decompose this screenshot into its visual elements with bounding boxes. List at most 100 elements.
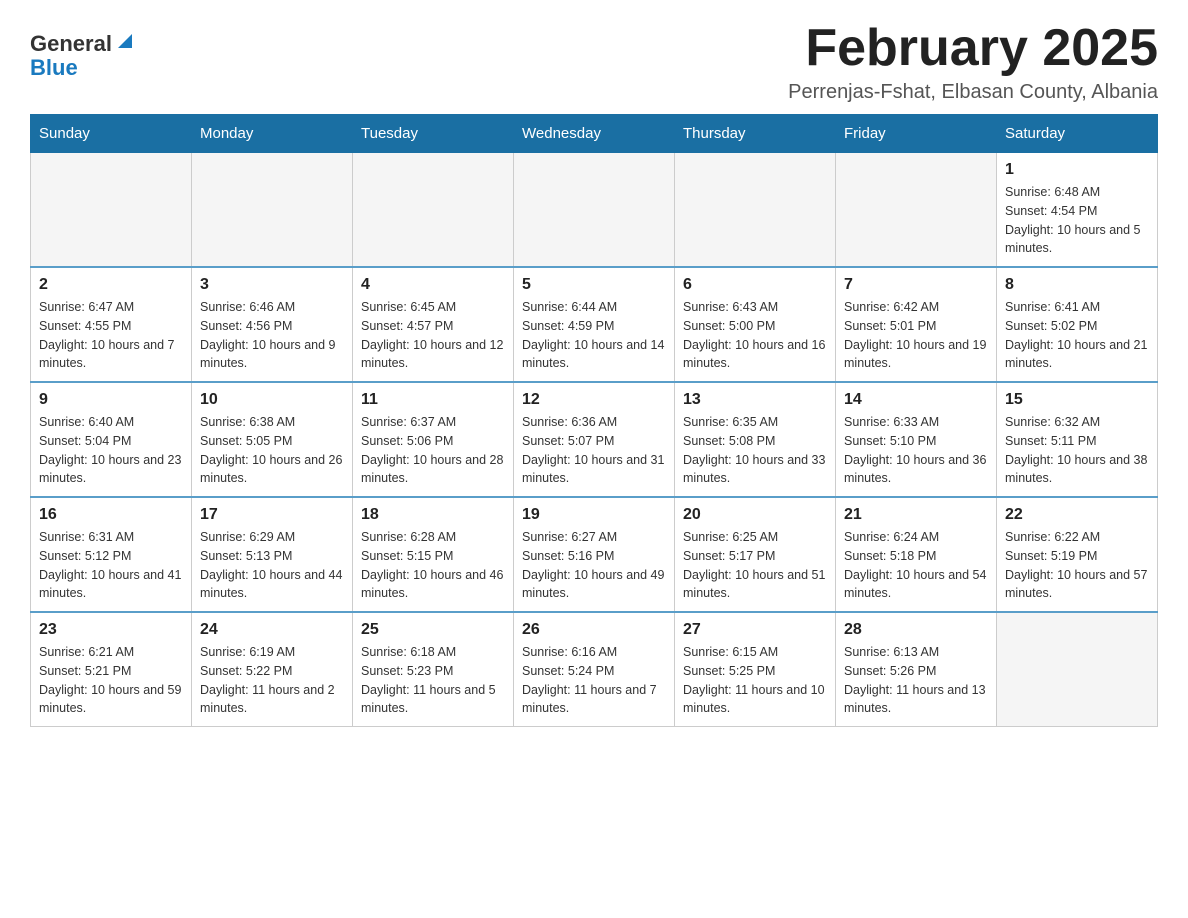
table-row [675,153,836,268]
day-info: Sunrise: 6:28 AMSunset: 5:15 PMDaylight:… [361,528,505,603]
day-info: Sunrise: 6:13 AMSunset: 5:26 PMDaylight:… [844,643,988,718]
day-info: Sunrise: 6:31 AMSunset: 5:12 PMDaylight:… [39,528,183,603]
day-info: Sunrise: 6:21 AMSunset: 5:21 PMDaylight:… [39,643,183,718]
table-row: 15 Sunrise: 6:32 AMSunset: 5:11 PMDayligh… [997,382,1158,497]
table-row: 10 Sunrise: 6:38 AMSunset: 5:05 PMDayligh… [192,382,353,497]
calendar-header-row: Sunday Monday Tuesday Wednesday Thursday… [31,115,1158,153]
calendar-week-row: 9 Sunrise: 6:40 AMSunset: 5:04 PMDaylight… [31,382,1158,497]
table-row: 19 Sunrise: 6:27 AMSunset: 5:16 PMDayligh… [514,497,675,612]
table-row [997,612,1158,727]
day-number: 22 [1005,506,1149,524]
day-number: 8 [1005,276,1149,294]
day-number: 7 [844,276,988,294]
table-row: 3 Sunrise: 6:46 AMSunset: 4:56 PMDaylight… [192,267,353,382]
table-row: 23 Sunrise: 6:21 AMSunset: 5:21 PMDayligh… [31,612,192,727]
day-info: Sunrise: 6:19 AMSunset: 5:22 PMDaylight:… [200,643,344,718]
col-thursday: Thursday [675,115,836,153]
day-number: 1 [1005,161,1149,179]
table-row: 9 Sunrise: 6:40 AMSunset: 5:04 PMDaylight… [31,382,192,497]
table-row: 7 Sunrise: 6:42 AMSunset: 5:01 PMDaylight… [836,267,997,382]
day-number: 23 [39,621,183,639]
table-row: 16 Sunrise: 6:31 AMSunset: 5:12 PMDayligh… [31,497,192,612]
day-number: 16 [39,506,183,524]
table-row: 27 Sunrise: 6:15 AMSunset: 5:25 PMDayligh… [675,612,836,727]
day-info: Sunrise: 6:25 AMSunset: 5:17 PMDaylight:… [683,528,827,603]
day-info: Sunrise: 6:42 AMSunset: 5:01 PMDaylight:… [844,298,988,373]
day-number: 5 [522,276,666,294]
day-number: 17 [200,506,344,524]
day-info: Sunrise: 6:40 AMSunset: 5:04 PMDaylight:… [39,413,183,488]
day-number: 27 [683,621,827,639]
day-info: Sunrise: 6:41 AMSunset: 5:02 PMDaylight:… [1005,298,1149,373]
day-number: 26 [522,621,666,639]
day-info: Sunrise: 6:47 AMSunset: 4:55 PMDaylight:… [39,298,183,373]
logo-blue-text: Blue [30,57,78,79]
day-info: Sunrise: 6:38 AMSunset: 5:05 PMDaylight:… [200,413,344,488]
day-number: 6 [683,276,827,294]
day-number: 25 [361,621,505,639]
logo: General Blue [30,30,136,79]
day-number: 4 [361,276,505,294]
day-number: 14 [844,391,988,409]
table-row: 20 Sunrise: 6:25 AMSunset: 5:17 PMDayligh… [675,497,836,612]
table-row [31,153,192,268]
table-row: 24Sunrise: 6:19 AMSunset: 5:22 PMDayligh… [192,612,353,727]
day-info: Sunrise: 6:15 AMSunset: 5:25 PMDaylight:… [683,643,827,718]
table-row: 12Sunrise: 6:36 AMSunset: 5:07 PMDayligh… [514,382,675,497]
day-info: Sunrise: 6:45 AMSunset: 4:57 PMDaylight:… [361,298,505,373]
table-row: 21 Sunrise: 6:24 AMSunset: 5:18 PMDayligh… [836,497,997,612]
table-row: 1Sunrise: 6:48 AMSunset: 4:54 PMDaylight… [997,153,1158,268]
col-tuesday: Tuesday [353,115,514,153]
day-info: Sunrise: 6:33 AMSunset: 5:10 PMDaylight:… [844,413,988,488]
table-row: 22 Sunrise: 6:22 AMSunset: 5:19 PMDayligh… [997,497,1158,612]
table-row [192,153,353,268]
table-row [353,153,514,268]
day-number: 20 [683,506,827,524]
calendar-week-row: 1Sunrise: 6:48 AMSunset: 4:54 PMDaylight… [31,153,1158,268]
day-number: 11 [361,391,505,409]
day-info: Sunrise: 6:18 AMSunset: 5:23 PMDaylight:… [361,643,505,718]
table-row: 13 Sunrise: 6:35 AMSunset: 5:08 PMDayligh… [675,382,836,497]
day-info: Sunrise: 6:43 AMSunset: 5:00 PMDaylight:… [683,298,827,373]
day-info: Sunrise: 6:37 AMSunset: 5:06 PMDaylight:… [361,413,505,488]
table-row: 6 Sunrise: 6:43 AMSunset: 5:00 PMDaylight… [675,267,836,382]
day-number: 3 [200,276,344,294]
day-number: 18 [361,506,505,524]
month-year-title: February 2025 [788,20,1158,77]
location-subtitle: Perrenjas-Fshat, Elbasan County, Albania [788,81,1158,104]
day-number: 19 [522,506,666,524]
day-number: 15 [1005,391,1149,409]
calendar-week-row: 2Sunrise: 6:47 AMSunset: 4:55 PMDaylight… [31,267,1158,382]
logo-triangle-icon [114,30,136,52]
table-row: 17Sunrise: 6:29 AMSunset: 5:13 PMDayligh… [192,497,353,612]
table-row [514,153,675,268]
day-number: 9 [39,391,183,409]
day-info: Sunrise: 6:22 AMSunset: 5:19 PMDaylight:… [1005,528,1149,603]
day-info: Sunrise: 6:35 AMSunset: 5:08 PMDaylight:… [683,413,827,488]
day-info: Sunrise: 6:46 AMSunset: 4:56 PMDaylight:… [200,298,344,373]
day-info: Sunrise: 6:44 AMSunset: 4:59 PMDaylight:… [522,298,666,373]
col-wednesday: Wednesday [514,115,675,153]
calendar-week-row: 23 Sunrise: 6:21 AMSunset: 5:21 PMDayligh… [31,612,1158,727]
table-row: 4 Sunrise: 6:45 AMSunset: 4:57 PMDaylight… [353,267,514,382]
table-row: 5 Sunrise: 6:44 AMSunset: 4:59 PMDaylight… [514,267,675,382]
table-row: 26Sunrise: 6:16 AMSunset: 5:24 PMDayligh… [514,612,675,727]
day-info: Sunrise: 6:36 AMSunset: 5:07 PMDaylight:… [522,413,666,488]
calendar-table: Sunday Monday Tuesday Wednesday Thursday… [30,114,1158,727]
day-info: Sunrise: 6:27 AMSunset: 5:16 PMDaylight:… [522,528,666,603]
col-monday: Monday [192,115,353,153]
calendar-week-row: 16 Sunrise: 6:31 AMSunset: 5:12 PMDayligh… [31,497,1158,612]
col-friday: Friday [836,115,997,153]
logo-general-text: General [30,33,112,55]
day-info: Sunrise: 6:32 AMSunset: 5:11 PMDaylight:… [1005,413,1149,488]
table-row: 11 Sunrise: 6:37 AMSunset: 5:06 PMDayligh… [353,382,514,497]
day-number: 13 [683,391,827,409]
table-row: 2Sunrise: 6:47 AMSunset: 4:55 PMDaylight… [31,267,192,382]
table-row: 8 Sunrise: 6:41 AMSunset: 5:02 PMDaylight… [997,267,1158,382]
day-info: Sunrise: 6:24 AMSunset: 5:18 PMDaylight:… [844,528,988,603]
day-number: 21 [844,506,988,524]
day-number: 10 [200,391,344,409]
col-sunday: Sunday [31,115,192,153]
title-block: February 2025 Perrenjas-Fshat, Elbasan C… [788,20,1158,104]
page-header: General Blue February 2025 Perrenjas-Fsh… [30,20,1158,104]
